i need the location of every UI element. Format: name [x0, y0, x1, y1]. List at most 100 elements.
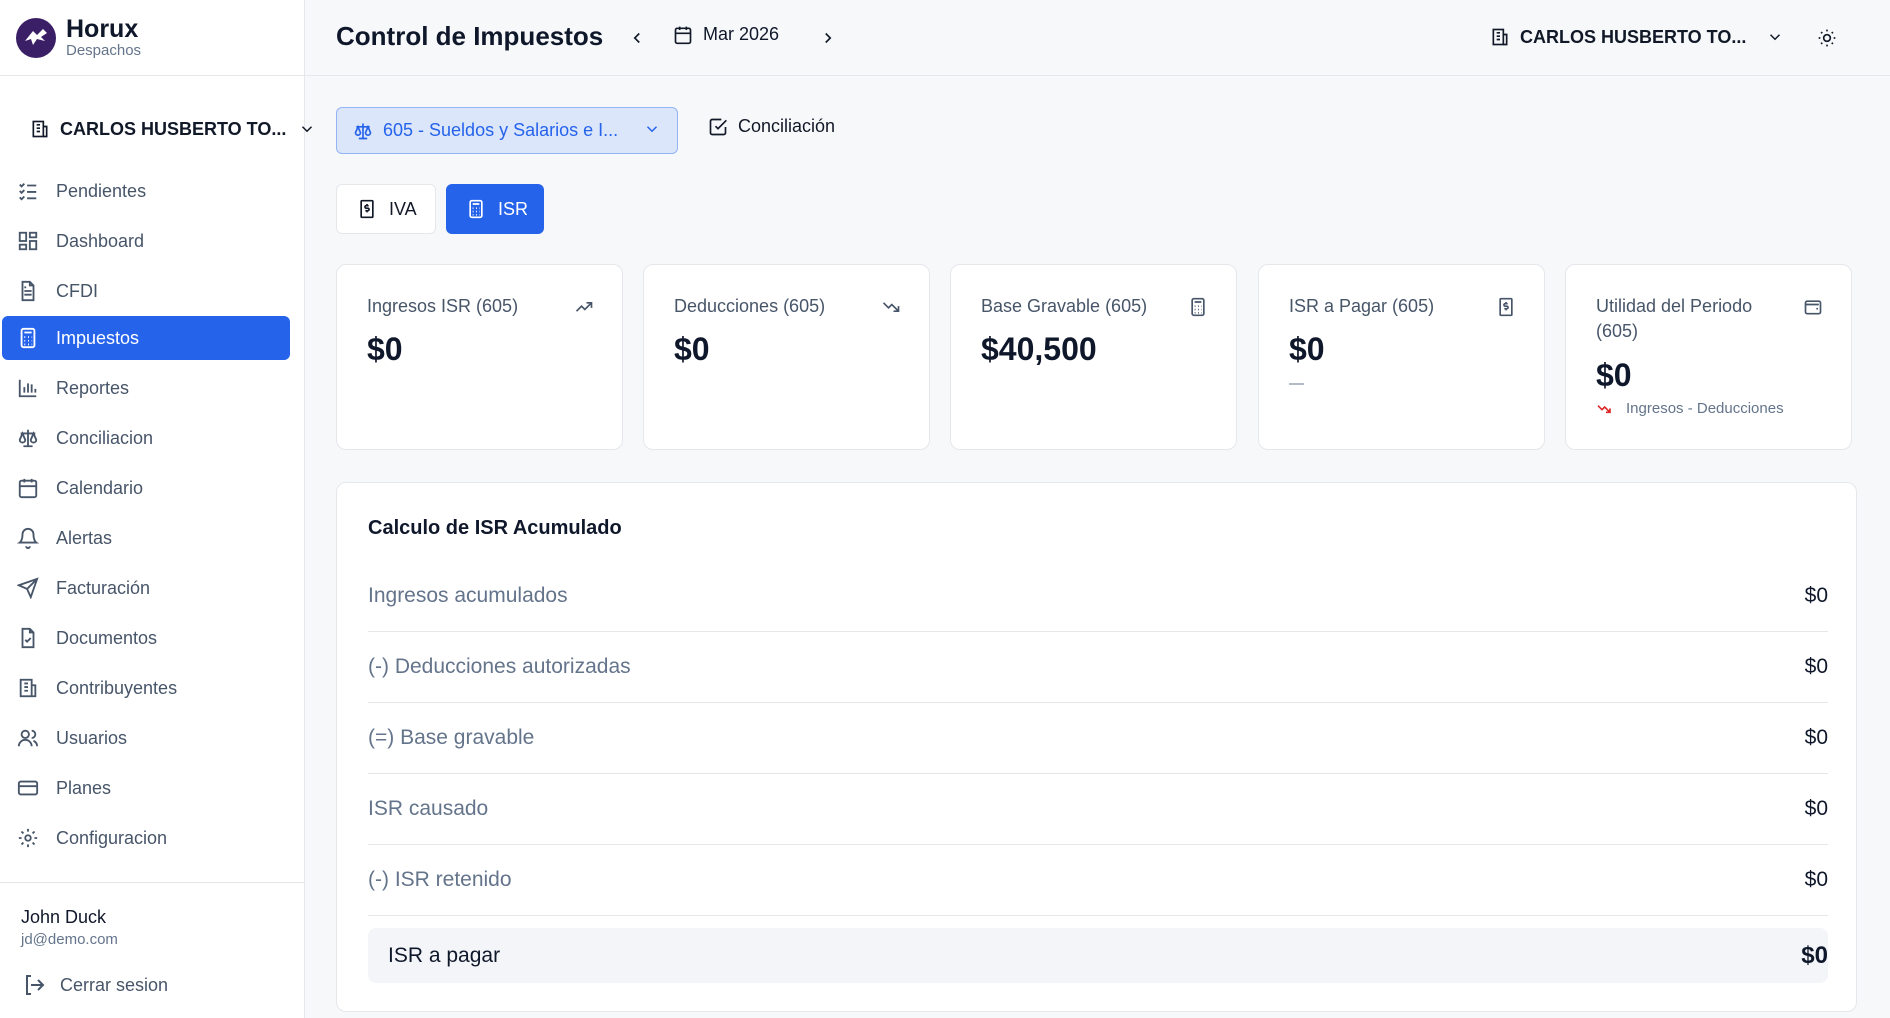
sidebar-item-label: Configuracion: [56, 827, 168, 848]
calc-row-total: ISR a pagar $0: [368, 928, 1828, 983]
sidebar-item-conciliacion[interactable]: Conciliacion: [2, 416, 290, 460]
sidebar-item-reportes[interactable]: Reportes: [2, 366, 290, 410]
card-trend: Ingresos - Deducciones: [1596, 400, 1784, 417]
user-name: John Duck: [21, 907, 107, 927]
chevron-down-icon: [1766, 28, 1784, 46]
sidebar-item-planes[interactable]: Planes: [2, 766, 290, 810]
row-value: $0: [1804, 868, 1828, 891]
bell-icon: [16, 526, 40, 550]
period-selector[interactable]: Mar 2026: [673, 24, 779, 45]
sidebar-item-pendientes[interactable]: Pendientes: [2, 169, 290, 213]
prev-period-button[interactable]: [623, 24, 651, 52]
sidebar-item-label: CFDI: [56, 280, 98, 301]
calendar-icon: [673, 25, 693, 45]
card-title: Ingresos ISR (605): [367, 296, 519, 316]
sidebar-item-label: Dashboard: [56, 230, 145, 251]
sidebar: Horux Despachos CARLOS HUSBERTO TO... Pe…: [0, 0, 313, 1018]
sidebar-item-label: Documentos: [56, 627, 158, 648]
user-email: jd@demo.com: [21, 931, 118, 948]
credit-card-icon: [16, 776, 40, 800]
sidebar-item-label: Conciliacion: [56, 427, 154, 448]
header-company-selector[interactable]: CARLOS HUSBERTO TO...: [1490, 22, 1784, 52]
gear-icon: [16, 826, 40, 850]
sidebar-item-label: Contribuyentes: [56, 677, 178, 698]
sidebar-item-documentos[interactable]: Documentos: [2, 616, 290, 660]
list-check-icon: [16, 179, 40, 203]
sidebar-item-facturacion[interactable]: Facturación: [2, 566, 290, 610]
brand-subtitle: Despachos: [66, 42, 142, 59]
sidebar-item-usuarios[interactable]: Usuarios: [2, 716, 290, 760]
card-title: ISR a Pagar (605): [1289, 296, 1435, 316]
trending-down-icon: [881, 297, 901, 317]
card-title: Base Gravable (605): [981, 296, 1148, 316]
row-label: Ingresos acumulados: [368, 584, 568, 607]
receipt-icon: [1496, 297, 1516, 317]
chevron-down-icon: [643, 120, 661, 138]
sidebar-company-selector[interactable]: CARLOS HUSBERTO TO...: [30, 114, 320, 144]
conciliacion-label: Conciliación: [738, 116, 836, 136]
calculator-icon: [1188, 297, 1208, 317]
logout-label: Cerrar sesion: [60, 974, 169, 995]
chevron-right-icon: [825, 32, 832, 44]
calc-row-ingresos: Ingresos acumulados $0: [368, 561, 1828, 632]
tab-iva[interactable]: IVA: [336, 184, 436, 234]
sidebar-item-label: Alertas: [56, 527, 113, 548]
theme-toggle-button[interactable]: [1813, 24, 1841, 52]
scale-icon: [353, 121, 373, 141]
sidebar-item-cfdi[interactable]: CFDI: [2, 269, 290, 313]
card-title: Utilidad del Periodo (605): [1596, 296, 1753, 341]
card-base-gravable: Base Gravable (605) $40,500: [950, 264, 1237, 450]
scale-icon: [16, 426, 40, 450]
brand[interactable]: Horux Despachos: [0, 0, 304, 76]
sidebar-item-label: Calendario: [56, 477, 144, 498]
file-check-icon: [16, 626, 40, 650]
users-icon: [16, 726, 40, 750]
sidebar-item-label: Planes: [56, 777, 112, 798]
checkbox-icon: [708, 117, 728, 137]
card-note: —: [1289, 375, 1304, 392]
bar-chart-icon: [16, 376, 40, 400]
regimen-selector[interactable]: 605 - Sueldos y Salarios e I...: [336, 107, 678, 154]
card-value: $0: [674, 331, 710, 367]
building-icon: [30, 119, 50, 139]
row-label: ISR causado: [368, 797, 489, 820]
sidebar-item-alertas[interactable]: Alertas: [2, 516, 290, 560]
chevron-down-icon: [298, 120, 316, 138]
sidebar-item-label: Pendientes: [56, 180, 147, 201]
regimen-label: 605 - Sueldos y Salarios e I...: [383, 120, 619, 140]
horux-logo-icon: [16, 17, 56, 58]
card-value: $0: [1289, 331, 1325, 367]
card-utilidad-periodo: Utilidad del Periodo (605) $0 Ingresos -…: [1565, 264, 1852, 450]
calculator-icon: [16, 326, 40, 350]
logout-icon: [22, 973, 46, 997]
card-deducciones: Deducciones (605) $0: [643, 264, 930, 450]
tab-isr[interactable]: ISR: [446, 184, 544, 234]
calc-row-isr-causado: ISR causado $0: [368, 774, 1828, 845]
sidebar-item-label: Reportes: [56, 377, 130, 398]
calendar-icon: [16, 476, 40, 500]
sidebar-item-label: Impuestos: [56, 327, 140, 348]
receipt-icon: [357, 199, 377, 219]
page-title: Control de Impuestos: [336, 21, 604, 51]
wallet-icon: [1803, 297, 1823, 317]
sidebar-item-dashboard[interactable]: Dashboard: [2, 219, 290, 263]
logout-button[interactable]: Cerrar sesion: [22, 973, 168, 997]
sidebar-item-impuestos[interactable]: Impuestos: [2, 316, 290, 360]
sidebar-item-calendario[interactable]: Calendario: [2, 466, 290, 510]
card-title: Deducciones (605): [674, 296, 826, 316]
conciliacion-button[interactable]: Conciliación: [708, 116, 835, 137]
total-value: $0: [1801, 941, 1828, 969]
total-label: ISR a pagar: [388, 943, 501, 967]
header-company-label: CARLOS HUSBERTO TO...: [1520, 26, 1747, 47]
sun-icon: [1818, 29, 1836, 47]
sidebar-item-label: Usuarios: [56, 727, 128, 748]
sidebar-item-label: Facturación: [56, 577, 151, 598]
trending-down-icon: [1596, 401, 1612, 417]
card-value: $40,500: [981, 331, 1097, 367]
sidebar-item-configuracion[interactable]: Configuracion: [2, 816, 290, 860]
calc-row-base-gravable: (=) Base gravable $0: [368, 703, 1828, 774]
next-period-button[interactable]: [814, 24, 842, 52]
building-icon: [1490, 27, 1510, 47]
card-ingresos-isr: Ingresos ISR (605) $0: [336, 264, 623, 450]
sidebar-item-contribuyentes[interactable]: Contribuyentes: [2, 666, 290, 710]
